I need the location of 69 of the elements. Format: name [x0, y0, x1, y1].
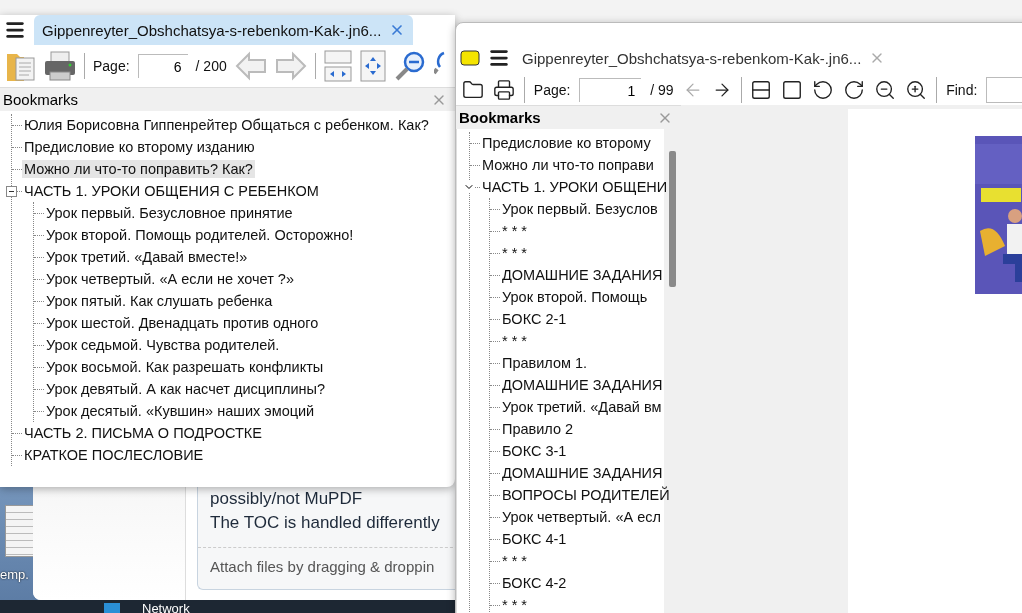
bookmark-item[interactable]: Урок третий. «Давай вместе!»: [44, 248, 250, 266]
find-label: Find:: [946, 82, 978, 98]
bookmark-item[interactable]: ДОМАШНИЕ ЗАДАНИЯ: [500, 266, 665, 284]
bookmark-item[interactable]: Урок седьмой. Чувства родителей.: [44, 336, 282, 354]
bookmark-item[interactable]: ЧАСТЬ 1. УРОКИ ОБЩЕНИ: [480, 178, 670, 196]
bookmark-item[interactable]: Урок четвертый. «А есл: [500, 508, 663, 526]
zoom-in-icon[interactable]: [905, 79, 928, 101]
bookmark-item[interactable]: Урок шестой. Двенадцать против одного: [44, 314, 321, 332]
bookmark-item[interactable]: БОКС 2-1: [500, 310, 569, 328]
bookmark-item[interactable]: Можно ли что-то поправи: [480, 156, 656, 174]
menu-icon[interactable]: [4, 19, 26, 41]
bookmark-item[interactable]: Урок первый. Безуслов: [500, 200, 660, 218]
bookmark-item[interactable]: * * *: [500, 244, 529, 262]
zoom-out-icon[interactable]: [874, 79, 897, 101]
find-field[interactable]: [986, 77, 1022, 103]
bookmark-item[interactable]: ДОМАШНИЕ ЗАДАНИЯ: [500, 464, 665, 482]
bookmark-item[interactable]: * * *: [500, 596, 529, 613]
page-label: Page:: [533, 82, 571, 98]
printer-icon[interactable]: [493, 79, 515, 101]
bookmark-item[interactable]: БОКС 4-2: [500, 574, 569, 592]
bookmark-item[interactable]: * * *: [500, 332, 529, 350]
bookmark-item[interactable]: Правилом 1.: [500, 354, 590, 372]
bookmark-item[interactable]: Урок пятый. Как слушать ребенка: [44, 292, 275, 310]
bookmark-item[interactable]: * * *: [500, 552, 529, 570]
page-total: / 200: [195, 58, 227, 74]
bookmark-item[interactable]: Урок второй. Помощь родителей. Осторожно!: [44, 226, 356, 244]
rotate-left-icon[interactable]: [812, 79, 835, 101]
rotate-right-icon[interactable]: [843, 79, 866, 101]
bookmark-item[interactable]: Урок девятый. А как насчет дисциплины?: [44, 380, 328, 398]
bookmark-item[interactable]: Урок десятый. «Кувшин» наших эмоций: [44, 402, 317, 420]
network-icon: [104, 603, 120, 613]
bookmark-item[interactable]: БОКС 4-1: [500, 530, 569, 548]
bookmarks-title: Bookmarks: [459, 109, 541, 126]
fit-page-icon[interactable]: [781, 79, 804, 101]
bookmark-item[interactable]: Урок первый. Безусловное принятие: [44, 204, 295, 222]
bookmark-item[interactable]: Урок третий. «Давай вм: [500, 398, 664, 416]
bookmark-item[interactable]: Можно ли что-то поправить? Как?: [22, 160, 255, 178]
bookmark-item[interactable]: Урок второй. Помощь: [500, 288, 650, 306]
message-line: The TOC is handled differently: [209, 512, 441, 534]
menu-icon[interactable]: [488, 47, 510, 69]
bookmark-item[interactable]: Предисловие ко второму изданию: [22, 138, 257, 156]
bookmark-item[interactable]: КРАТКОЕ ПОСЛЕСЛОВИЕ: [22, 446, 206, 464]
bookmark-item[interactable]: Правило 2: [500, 420, 576, 438]
window-title: Gippenreyter_Obshchatsya-s-rebenkom-Kak-.jn6...: [522, 49, 862, 67]
bookmark-item[interactable]: ЧАСТЬ 2. ПИСЬМА О ПОДРОСТКЕ: [22, 424, 264, 442]
page-field[interactable]: 6: [137, 54, 188, 78]
bookmark-item[interactable]: * * *: [500, 222, 529, 240]
document-tab[interactable]: Gippenreyter_Obshchatsya-s-rebenkom-Kak-.jn6...: [34, 15, 414, 45]
page-field[interactable]: 1: [579, 78, 642, 102]
bookmark-item[interactable]: Урок восьмой. Как разрешать конфликты: [44, 358, 326, 376]
bookmark-item[interactable]: БОКС 3-1: [500, 442, 569, 460]
bookmark-item[interactable]: Урок четвертый. «А если не хочет ?»: [44, 270, 296, 288]
file-icon[interactable]: [5, 505, 35, 557]
bookmark-item[interactable]: ВОПРОСЫ РОДИТЕЛЕЙ: [500, 486, 672, 504]
bookmark-item[interactable]: ДОМАШНИЕ ЗАДАНИЯ: [500, 376, 665, 394]
bookmark-item[interactable]: Юлия Борисовна Гиппенрейтер Общаться с ребенком. Как?: [22, 116, 431, 134]
page-total: / 99: [650, 82, 674, 98]
bookmarks-title: Bookmarks: [3, 91, 79, 108]
bookmark-item[interactable]: ЧАСТЬ 1. УРОКИ ОБЩЕНИЯ С РЕБЕНКОМ: [22, 182, 321, 200]
network-label: Network: [142, 602, 190, 613]
fit-width-icon[interactable]: [750, 79, 773, 101]
file-label: emp.: [0, 567, 29, 582]
collapse-icon[interactable]: [6, 185, 17, 197]
folder-icon[interactable]: [462, 79, 484, 101]
scrollbar-thumb[interactable]: [669, 151, 676, 287]
message-line: possibly/not MuPDF: [209, 488, 364, 510]
page-label: Page:: [93, 58, 130, 74]
pdf-logo-icon: [460, 50, 480, 66]
bookmark-item[interactable]: Предисловие ко второму: [480, 134, 653, 152]
